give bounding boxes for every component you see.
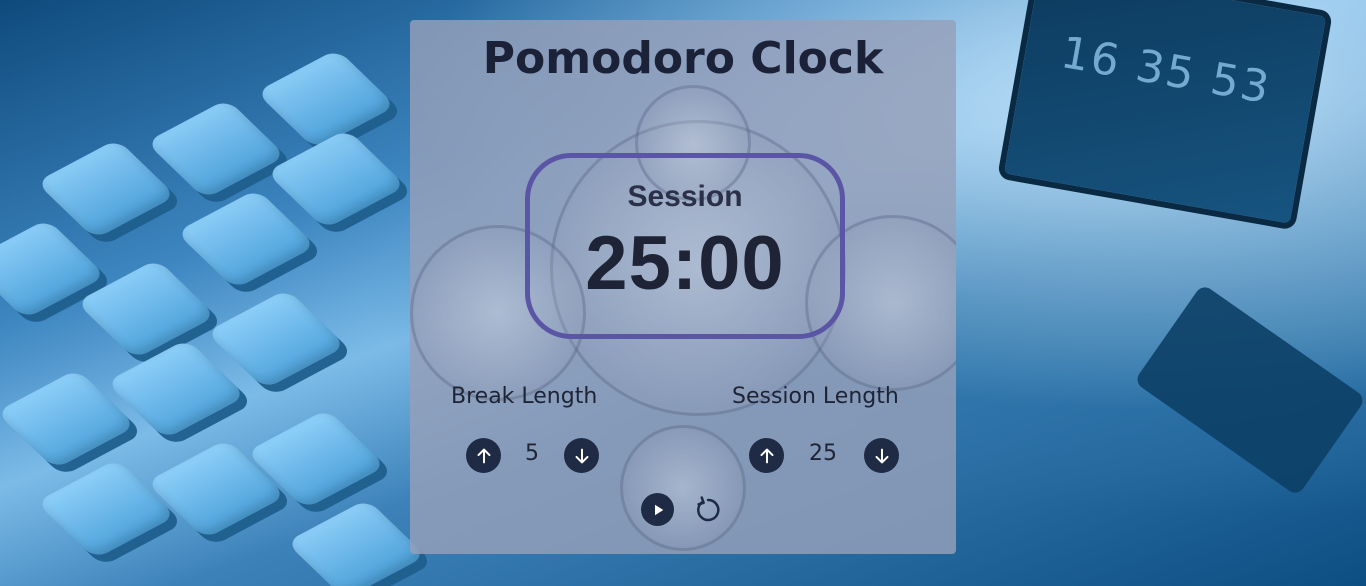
- stopwatch-decoration: [620, 425, 746, 551]
- session-increment-button[interactable]: [749, 438, 784, 473]
- background-key: [145, 98, 287, 200]
- session-decrement-button[interactable]: [864, 438, 899, 473]
- play-icon: [654, 504, 663, 515]
- break-length-value: 5: [525, 441, 539, 466]
- background-key: [175, 188, 317, 290]
- arrow-down-icon: [574, 448, 589, 463]
- pomodoro-card: Pomodoro Clock Session 25:00 Break Lengt…: [410, 20, 956, 554]
- page-title: Pomodoro Clock: [482, 33, 884, 84]
- background-key: [205, 288, 347, 390]
- break-label: Break Length: [451, 384, 598, 409]
- background-key: [35, 458, 177, 560]
- arrow-up-icon: [476, 448, 491, 463]
- background-key: [255, 48, 397, 150]
- background-tablet: [1133, 283, 1366, 497]
- background-laptop: [1003, 0, 1327, 224]
- timer-label: Session: [627, 180, 743, 213]
- time-left: 25:00: [585, 221, 785, 306]
- background-key: [35, 138, 177, 240]
- arrow-down-icon: [874, 448, 889, 463]
- arrow-up-icon: [759, 448, 774, 463]
- background-key: [285, 498, 427, 586]
- break-decrement-button[interactable]: [564, 438, 599, 473]
- timer-display: Session 25:00: [525, 153, 845, 339]
- background-key: [265, 128, 407, 230]
- session-label: Session Length: [732, 384, 899, 409]
- reset-icon: [696, 495, 720, 521]
- start-stop-button[interactable]: [641, 493, 674, 526]
- session-length-value: 25: [809, 441, 837, 466]
- break-increment-button[interactable]: [466, 438, 501, 473]
- reset-button[interactable]: [691, 493, 724, 526]
